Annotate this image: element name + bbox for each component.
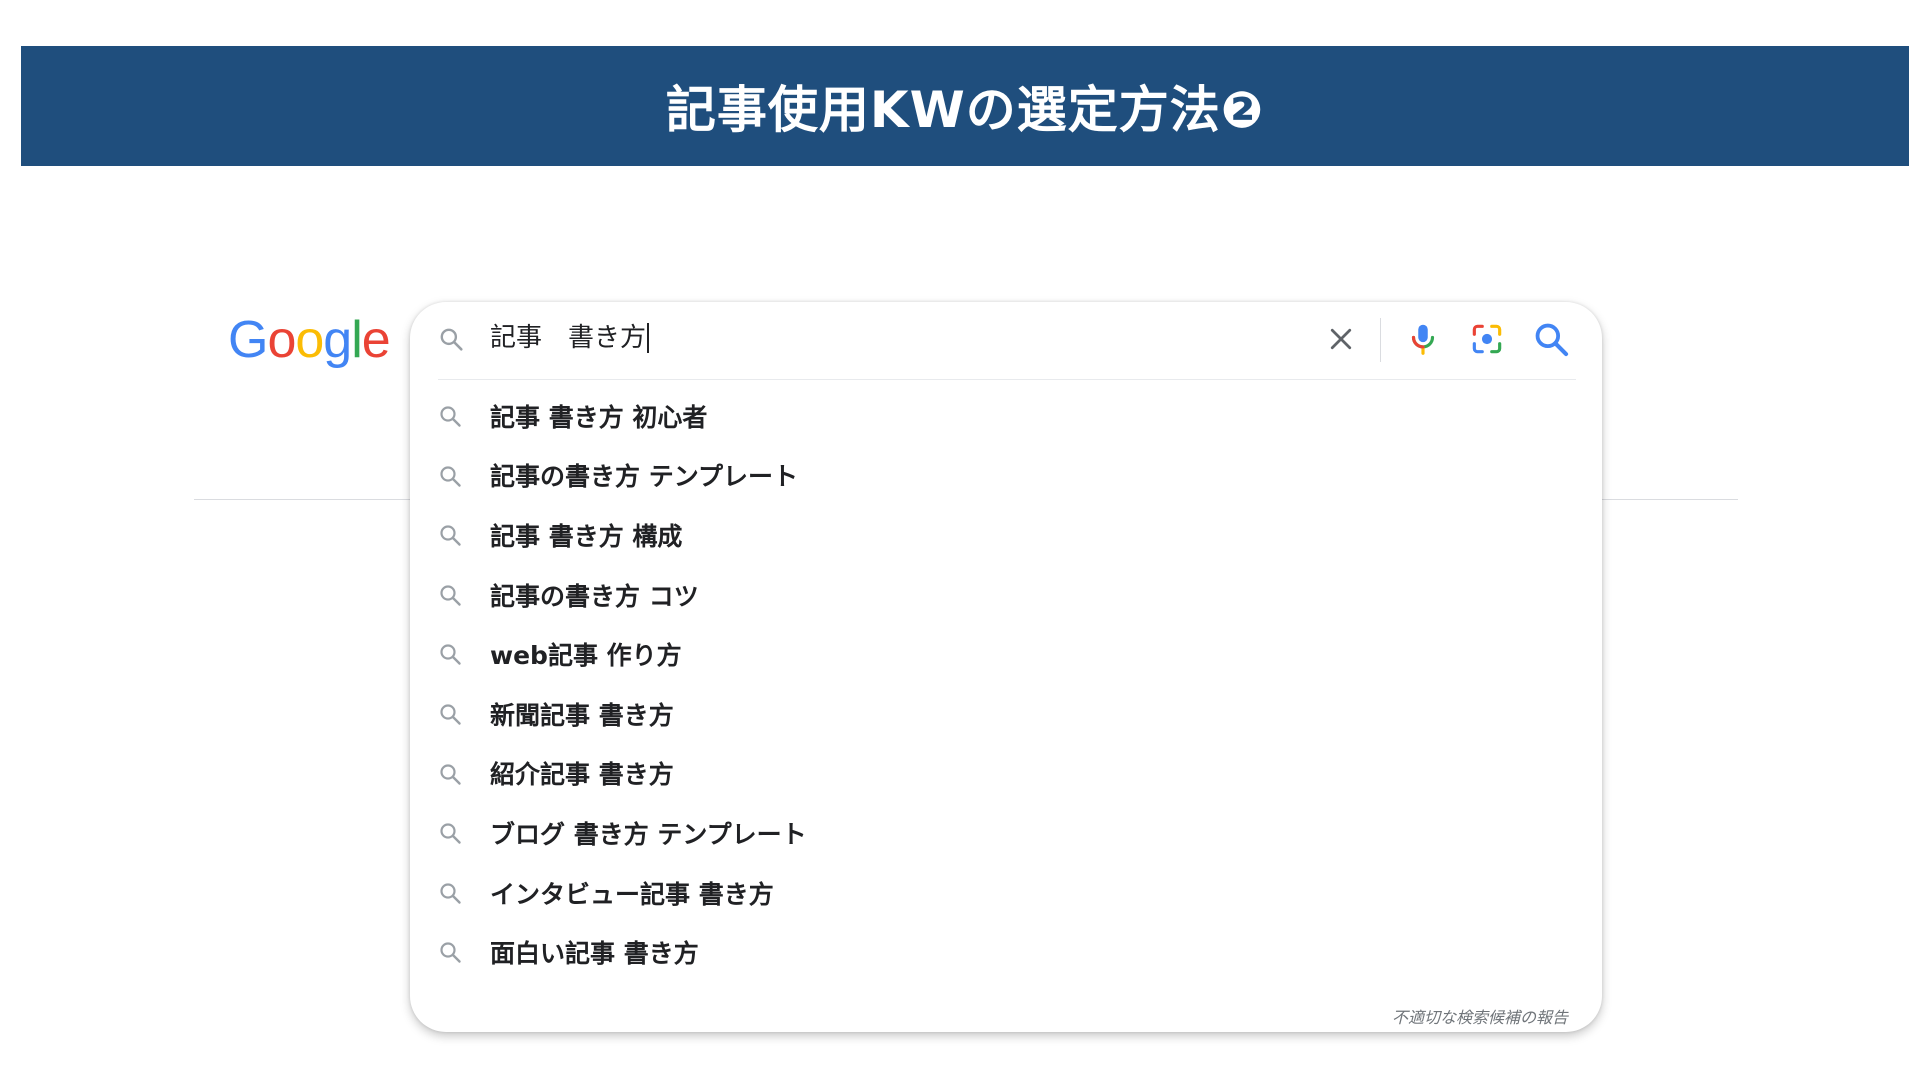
suggestion-text: ブログ 書き方 テンプレート <box>490 819 807 849</box>
suggestion-text: 面白い記事 書き方 <box>490 939 699 969</box>
suggestion-text: 記事 書き方 構成 <box>490 521 683 551</box>
search-icon <box>440 644 461 666</box>
suggestion-item[interactable]: 記事 書き方 構成 <box>410 505 1602 565</box>
lens-icon[interactable] <box>1468 320 1506 358</box>
search-autocomplete-panel: 記事 書き方 記事 書き方 初心者 記事の書き方 テンプレート 記事 書き方 構… <box>410 302 1602 1032</box>
search-icon <box>440 823 461 844</box>
suggestion-text: 紹介記事 書き方 <box>490 760 674 790</box>
suggestion-text: 新聞記事 書き方 <box>490 700 674 730</box>
logo-letter: G <box>228 311 268 369</box>
suggestion-item[interactable]: 紹介記事 書き方 <box>410 744 1602 804</box>
search-icon <box>440 942 461 964</box>
suggestion-item[interactable]: ブログ 書き方 テンプレート <box>410 803 1602 863</box>
logo-letter: o <box>295 311 324 369</box>
text-caret <box>647 323 650 353</box>
search-icon <box>440 704 461 725</box>
suggestion-text: 記事の書き方 テンプレート <box>490 462 798 492</box>
logo-letter: o <box>267 311 296 369</box>
toolbar-separator <box>1380 318 1381 362</box>
suggestion-text: インタビュー記事 書き方 <box>490 879 774 909</box>
search-icon <box>440 465 461 487</box>
suggestion-item[interactable]: 記事の書き方 テンプレート <box>410 446 1602 506</box>
search-bar[interactable]: 記事 書き方 <box>410 302 1602 376</box>
search-icon <box>440 763 461 785</box>
suggestion-item[interactable]: インタビュー記事 書き方 <box>410 863 1602 923</box>
google-logo[interactable]: G o o g l e <box>228 310 391 370</box>
close-icon[interactable] <box>1326 324 1356 354</box>
search-input[interactable]: 記事 書き方 <box>490 318 650 358</box>
page-title: 記事使用KWの選定方法❷ <box>665 81 1265 139</box>
suggestion-item[interactable]: 記事の書き方 コツ <box>410 565 1602 625</box>
search-submit-icon[interactable] <box>1532 320 1570 358</box>
input-suggestion-divider <box>438 379 1576 380</box>
search-icon <box>440 525 461 546</box>
logo-letter: e <box>361 311 391 369</box>
suggestion-item[interactable]: 新聞記事 書き方 <box>410 684 1602 744</box>
logo-letter: g <box>323 311 352 369</box>
suggestion-item[interactable]: web記事 作り方 <box>410 624 1602 684</box>
suggestion-text: 記事の書き方 コツ <box>490 581 699 611</box>
report-suggestions-link[interactable]: 不適切な検索候補の報告 <box>1392 1004 1568 1028</box>
search-icon <box>440 883 461 904</box>
suggestion-text: web記事 作り方 <box>490 641 682 671</box>
search-icon <box>440 585 461 606</box>
logo-letter: l <box>351 311 363 369</box>
search-icon <box>440 406 461 427</box>
microphone-icon[interactable] <box>1404 320 1442 358</box>
suggestion-item[interactable]: 面白い記事 書き方 <box>410 922 1602 982</box>
suggestion-item[interactable]: 記事 書き方 初心者 <box>410 386 1602 446</box>
header-banner: 記事使用KWの選定方法❷ <box>21 46 1909 166</box>
search-query-text: 記事 書き方 <box>490 323 647 353</box>
suggestion-list: 記事 書き方 初心者 記事の書き方 テンプレート 記事 書き方 構成 記事の書き… <box>410 386 1602 982</box>
search-icon <box>440 328 463 351</box>
suggestion-text: 記事 書き方 初心者 <box>490 402 708 432</box>
